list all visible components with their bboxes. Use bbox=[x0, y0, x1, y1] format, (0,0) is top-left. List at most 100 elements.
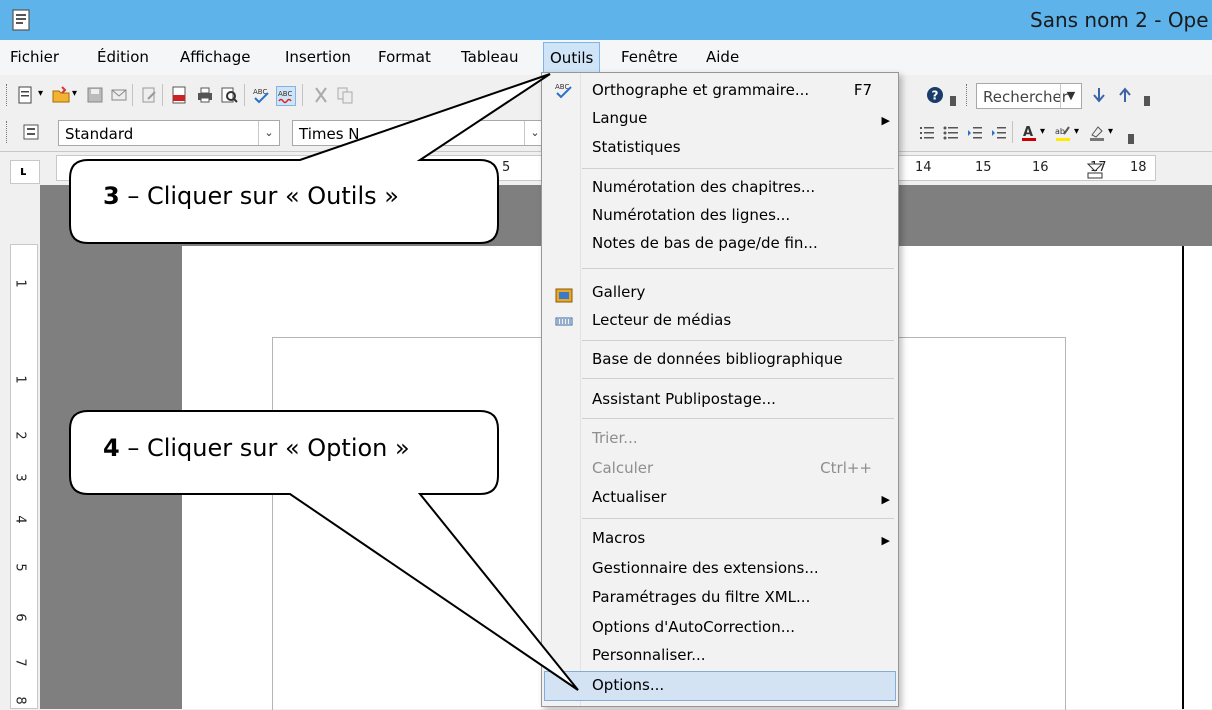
menu-separator bbox=[582, 168, 894, 169]
callout-step-4: 4 – Cliquer sur « Option » bbox=[103, 434, 410, 462]
chevron-down-icon[interactable]: ▾ bbox=[1040, 126, 1045, 137]
menu-item-personnaliser[interactable]: Personnaliser... bbox=[592, 646, 706, 664]
background-color-icon[interactable] bbox=[1088, 124, 1106, 142]
font-name-combobox[interactable]: Times N ⌄ bbox=[292, 120, 546, 146]
ruler-number: 8 bbox=[12, 696, 28, 705]
new-document-icon[interactable] bbox=[16, 86, 34, 104]
tab-type-selector[interactable]: ʟ bbox=[10, 160, 40, 184]
ruler-number: 5 bbox=[12, 563, 28, 572]
callout-step-number: 4 bbox=[103, 434, 120, 462]
find-previous-up-icon[interactable] bbox=[1116, 86, 1134, 104]
separator bbox=[244, 84, 245, 106]
menu-separator bbox=[582, 518, 894, 519]
menu-item-numerotation-lignes[interactable]: Numérotation des lignes... bbox=[592, 206, 790, 224]
autospellcheck-icon[interactable]: ABC bbox=[276, 86, 296, 106]
copy-icon[interactable] bbox=[336, 86, 354, 104]
ruler-number: 5 bbox=[502, 160, 511, 175]
menu-edition[interactable]: Édition bbox=[97, 48, 149, 66]
toolbar-overflow-icon[interactable] bbox=[950, 96, 956, 106]
open-dropdown-icon[interactable]: ▾ bbox=[72, 88, 77, 99]
chevron-down-icon[interactable]: ▼ bbox=[1060, 84, 1081, 108]
menu-item-statistiques[interactable]: Statistiques bbox=[592, 138, 681, 156]
submenu-arrow-icon: ▶ bbox=[881, 493, 890, 506]
menu-item-gallery[interactable]: Gallery bbox=[592, 283, 645, 301]
callout-step-text: – Cliquer sur « Option » bbox=[119, 434, 410, 462]
menu-tableau[interactable]: Tableau bbox=[461, 48, 519, 66]
menu-item-publipostage[interactable]: Assistant Publipostage... bbox=[592, 390, 776, 408]
menu-insertion[interactable]: Insertion bbox=[285, 48, 351, 66]
find-combobox[interactable]: Rechercher ▼ bbox=[976, 83, 1082, 109]
find-next-down-icon[interactable] bbox=[1090, 86, 1108, 104]
paragraph-style-value: Standard bbox=[65, 125, 134, 143]
menu-item-base-donnees[interactable]: Base de données bibliographique bbox=[592, 350, 843, 368]
right-indent-marker-icon[interactable] bbox=[1085, 162, 1105, 180]
menu-item-filtre-xml[interactable]: Paramétrages du filtre XML... bbox=[592, 588, 810, 606]
ruler-number: 4 bbox=[12, 515, 28, 524]
menu-outils[interactable]: Outils bbox=[543, 42, 601, 74]
print-preview-icon[interactable] bbox=[220, 86, 238, 104]
menu-format[interactable]: Format bbox=[378, 48, 431, 66]
toolbar-grip[interactable] bbox=[966, 84, 970, 106]
toolbar-grip[interactable] bbox=[6, 84, 10, 106]
paragraph-style-combobox[interactable]: Standard ⌄ bbox=[58, 120, 280, 146]
chevron-down-icon[interactable]: ▾ bbox=[1074, 126, 1079, 137]
svg-text:A: A bbox=[1023, 125, 1033, 140]
toolbar-grip[interactable] bbox=[6, 121, 10, 143]
menu-aide[interactable]: Aide bbox=[706, 48, 739, 66]
list-numbered-icon[interactable] bbox=[918, 124, 936, 142]
spellcheck-icon[interactable]: ABC bbox=[252, 86, 270, 104]
separator bbox=[162, 84, 163, 106]
font-color-icon[interactable]: A bbox=[1020, 124, 1038, 142]
ruler-number: 16 bbox=[1032, 160, 1049, 175]
menu-item-options[interactable]: Options... bbox=[592, 676, 664, 694]
export-pdf-icon[interactable] bbox=[170, 86, 188, 104]
menu-separator bbox=[582, 378, 894, 379]
menu-item-numerotation-chapitres[interactable]: Numérotation des chapitres... bbox=[592, 178, 815, 196]
menu-item-extensions[interactable]: Gestionnaire des extensions... bbox=[592, 559, 819, 577]
separator bbox=[132, 84, 133, 106]
edit-mode-icon[interactable] bbox=[140, 86, 158, 104]
menu-item-orthographe[interactable]: Orthographe et grammaire... bbox=[592, 81, 809, 99]
menu-item-autocorrection[interactable]: Options d'AutoCorrection... bbox=[592, 618, 795, 636]
menu-item-macros[interactable]: Macros bbox=[592, 529, 645, 547]
new-dropdown-icon[interactable]: ▾ bbox=[38, 88, 43, 99]
gallery-icon bbox=[555, 288, 573, 303]
toolbar-overflow-icon[interactable] bbox=[1144, 96, 1150, 106]
page-edge bbox=[1182, 246, 1184, 709]
save-icon[interactable] bbox=[86, 86, 104, 104]
list-bullet-icon[interactable] bbox=[942, 124, 960, 142]
ruler-number: 3 bbox=[12, 473, 28, 482]
menu-item-lecteur-medias[interactable]: Lecteur de médias bbox=[592, 311, 731, 329]
window-title: Sans nom 2 - Ope bbox=[1030, 8, 1209, 32]
menu-item-actualiser[interactable]: Actualiser bbox=[592, 488, 666, 506]
svg-text:?: ? bbox=[932, 89, 939, 103]
shortcut-f7: F7 bbox=[853, 81, 872, 99]
font-name-value: Times N bbox=[299, 125, 360, 143]
ruler-number: 18 bbox=[1130, 160, 1147, 175]
open-folder-icon[interactable] bbox=[52, 86, 70, 104]
shortcut-ctrl-plus: Ctrl++ bbox=[820, 459, 872, 477]
menu-item-langue[interactable]: Langue bbox=[592, 109, 647, 127]
highlighting-icon[interactable]: ab bbox=[1054, 124, 1072, 142]
styles-icon[interactable] bbox=[22, 123, 40, 141]
toolbar-overflow-icon[interactable] bbox=[1128, 134, 1134, 144]
help-icon[interactable]: ? bbox=[926, 86, 944, 104]
callout-step-text: – Cliquer sur « Outils » bbox=[119, 182, 399, 210]
menu-affichage[interactable]: Affichage bbox=[180, 48, 250, 66]
outils-menu: ABC Orthographe et grammaire... F7 Langu… bbox=[541, 72, 899, 707]
chevron-down-icon[interactable]: ⌄ bbox=[258, 121, 279, 145]
chevron-down-icon[interactable]: ▾ bbox=[1108, 126, 1113, 137]
print-icon[interactable] bbox=[196, 86, 214, 104]
menu-item-notes[interactable]: Notes de bas de page/de fin... bbox=[592, 234, 818, 252]
callout-step-number: 3 bbox=[103, 182, 120, 210]
email-icon[interactable] bbox=[110, 86, 128, 104]
increase-indent-icon[interactable] bbox=[990, 124, 1008, 142]
separator bbox=[1012, 121, 1013, 143]
cut-icon[interactable] bbox=[312, 86, 330, 104]
menu-fenetre[interactable]: Fenêtre bbox=[621, 48, 678, 66]
menu-fichier[interactable]: Fichier bbox=[10, 48, 59, 66]
menu-item-trier[interactable]: Trier... bbox=[592, 429, 638, 447]
menu-item-calculer[interactable]: Calculer bbox=[592, 459, 653, 477]
callout-step-3: 3 – Cliquer sur « Outils » bbox=[103, 182, 399, 210]
decrease-indent-icon[interactable] bbox=[966, 124, 984, 142]
